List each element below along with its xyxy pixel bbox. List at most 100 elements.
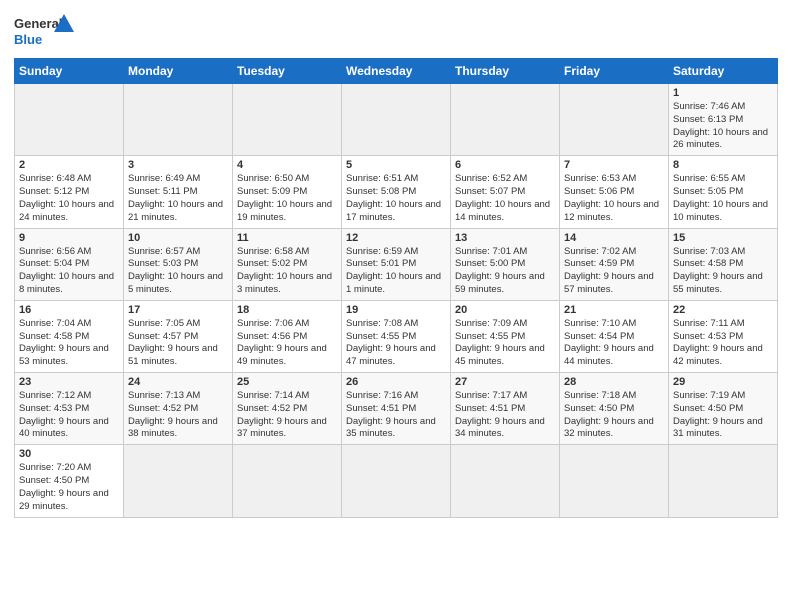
calendar-week-row: 30Sunrise: 7:20 AM Sunset: 4:50 PM Dayli… — [15, 445, 778, 517]
day-info: Sunrise: 7:18 AM Sunset: 4:50 PM Dayligh… — [564, 390, 664, 441]
calendar-day-cell — [233, 445, 342, 517]
day-number: 28 — [564, 376, 664, 388]
calendar-day-cell: 29 Sunrise: 7:19 AM Sunset: 4:50 PM Dayli… — [669, 373, 778, 445]
calendar-day-cell: 19 Sunrise: 7:08 AM Sunset: 4:55 PM Dayli… — [342, 300, 451, 372]
day-number: 11 — [237, 232, 337, 244]
day-number: 26 — [346, 376, 446, 388]
calendar-day-header: Thursday — [451, 59, 560, 84]
calendar-week-row: 16Sunrise: 7:04 AM Sunset: 4:58 PM Dayli… — [15, 300, 778, 372]
day-info: Sunrise: 7:17 AM Sunset: 4:51 PM Dayligh… — [455, 390, 555, 441]
calendar-day-cell: 12Sunrise: 6:59 AM Sunset: 5:01 PM Dayli… — [342, 228, 451, 300]
day-info: Sunrise: 6:57 AM Sunset: 5:03 PM Dayligh… — [128, 246, 228, 297]
calendar-day-header: Sunday — [15, 59, 124, 84]
day-number: 19 — [346, 304, 446, 316]
calendar-day-cell: 30Sunrise: 7:20 AM Sunset: 4:50 PM Dayli… — [15, 445, 124, 517]
calendar-day-cell — [15, 84, 124, 156]
calendar-day-cell: 24 Sunrise: 7:13 AM Sunset: 4:52 PM Dayli… — [124, 373, 233, 445]
day-number: 13 — [455, 232, 555, 244]
calendar-day-cell: 25 Sunrise: 7:14 AM Sunset: 4:52 PM Dayli… — [233, 373, 342, 445]
calendar-day-cell: 8Sunrise: 6:55 AM Sunset: 5:05 PM Daylig… — [669, 156, 778, 228]
day-number: 3 — [128, 159, 228, 171]
day-number: 6 — [455, 159, 555, 171]
day-number: 24 — [128, 376, 228, 388]
day-info: Sunrise: 6:53 AM Sunset: 5:06 PM Dayligh… — [564, 173, 664, 224]
calendar-day-cell: 1Sunrise: 7:46 AM Sunset: 6:13 PM Daylig… — [669, 84, 778, 156]
day-info: Sunrise: 7:06 AM Sunset: 4:56 PM Dayligh… — [237, 318, 337, 369]
calendar-day-cell: 16Sunrise: 7:04 AM Sunset: 4:58 PM Dayli… — [15, 300, 124, 372]
calendar-day-cell — [233, 84, 342, 156]
calendar-day-cell: 14 Sunrise: 7:02 AM Sunset: 4:59 PM Dayli… — [560, 228, 669, 300]
calendar-day-cell: 13 Sunrise: 7:01 AM Sunset: 5:00 PM Dayli… — [451, 228, 560, 300]
day-info: Sunrise: 7:16 AM Sunset: 4:51 PM Dayligh… — [346, 390, 446, 441]
calendar-day-cell — [342, 445, 451, 517]
day-number: 20 — [455, 304, 555, 316]
day-info: Sunrise: 7:13 AM Sunset: 4:52 PM Dayligh… — [128, 390, 228, 441]
calendar-day-header: Monday — [124, 59, 233, 84]
day-number: 23 — [19, 376, 119, 388]
day-info: Sunrise: 6:59 AM Sunset: 5:01 PM Dayligh… — [346, 246, 446, 297]
calendar-day-header: Tuesday — [233, 59, 342, 84]
calendar-day-cell: 11 Sunrise: 6:58 AM Sunset: 5:02 PM Dayli… — [233, 228, 342, 300]
day-number: 10 — [128, 232, 228, 244]
calendar-day-cell — [560, 445, 669, 517]
day-info: Sunrise: 7:10 AM Sunset: 4:54 PM Dayligh… — [564, 318, 664, 369]
calendar-day-cell — [451, 84, 560, 156]
day-info: Sunrise: 7:08 AM Sunset: 4:55 PM Dayligh… — [346, 318, 446, 369]
day-number: 16 — [19, 304, 119, 316]
day-info: Sunrise: 6:55 AM Sunset: 5:05 PM Dayligh… — [673, 173, 773, 224]
calendar-day-cell: 6Sunrise: 6:52 AM Sunset: 5:07 PM Daylig… — [451, 156, 560, 228]
day-info: Sunrise: 6:56 AM Sunset: 5:04 PM Dayligh… — [19, 246, 119, 297]
day-info: Sunrise: 6:50 AM Sunset: 5:09 PM Dayligh… — [237, 173, 337, 224]
day-info: Sunrise: 7:46 AM Sunset: 6:13 PM Dayligh… — [673, 101, 773, 152]
calendar-header-row: SundayMondayTuesdayWednesdayThursdayFrid… — [15, 59, 778, 84]
day-number: 25 — [237, 376, 337, 388]
calendar-day-cell: 26 Sunrise: 7:16 AM Sunset: 4:51 PM Dayli… — [342, 373, 451, 445]
calendar-day-cell: 10 Sunrise: 6:57 AM Sunset: 5:03 PM Dayli… — [124, 228, 233, 300]
day-number: 7 — [564, 159, 664, 171]
day-info: Sunrise: 7:09 AM Sunset: 4:55 PM Dayligh… — [455, 318, 555, 369]
svg-text:Blue: Blue — [14, 32, 42, 47]
calendar-day-cell: 17Sunrise: 7:05 AM Sunset: 4:57 PM Dayli… — [124, 300, 233, 372]
calendar-day-cell: 27 Sunrise: 7:17 AM Sunset: 4:51 PM Dayli… — [451, 373, 560, 445]
day-info: Sunrise: 7:14 AM Sunset: 4:52 PM Dayligh… — [237, 390, 337, 441]
calendar-day-cell — [451, 445, 560, 517]
calendar-week-row: 1Sunrise: 7:46 AM Sunset: 6:13 PM Daylig… — [15, 84, 778, 156]
calendar-day-cell: 20 Sunrise: 7:09 AM Sunset: 4:55 PM Dayli… — [451, 300, 560, 372]
calendar-day-cell: 15Sunrise: 7:03 AM Sunset: 4:58 PM Dayli… — [669, 228, 778, 300]
calendar-day-cell — [124, 445, 233, 517]
day-number: 29 — [673, 376, 773, 388]
day-info: Sunrise: 7:01 AM Sunset: 5:00 PM Dayligh… — [455, 246, 555, 297]
day-info: Sunrise: 6:58 AM Sunset: 5:02 PM Dayligh… — [237, 246, 337, 297]
day-number: 21 — [564, 304, 664, 316]
calendar-day-cell: 9 Sunrise: 6:56 AM Sunset: 5:04 PM Daylig… — [15, 228, 124, 300]
calendar-day-cell: 23Sunrise: 7:12 AM Sunset: 4:53 PM Dayli… — [15, 373, 124, 445]
day-info: Sunrise: 6:49 AM Sunset: 5:11 PM Dayligh… — [128, 173, 228, 224]
calendar-day-cell: 22Sunrise: 7:11 AM Sunset: 4:53 PM Dayli… — [669, 300, 778, 372]
calendar-day-cell — [342, 84, 451, 156]
calendar-day-cell — [669, 445, 778, 517]
logo: General Blue — [14, 10, 74, 50]
calendar-day-cell: 21 Sunrise: 7:10 AM Sunset: 4:54 PM Dayli… — [560, 300, 669, 372]
calendar-day-cell: 5Sunrise: 6:51 AM Sunset: 5:08 PM Daylig… — [342, 156, 451, 228]
calendar-day-cell: 28 Sunrise: 7:18 AM Sunset: 4:50 PM Dayli… — [560, 373, 669, 445]
day-number: 14 — [564, 232, 664, 244]
day-number: 5 — [346, 159, 446, 171]
day-number: 4 — [237, 159, 337, 171]
calendar-week-row: 23Sunrise: 7:12 AM Sunset: 4:53 PM Dayli… — [15, 373, 778, 445]
day-number: 22 — [673, 304, 773, 316]
day-number: 9 — [19, 232, 119, 244]
calendar-week-row: 9 Sunrise: 6:56 AM Sunset: 5:04 PM Daylig… — [15, 228, 778, 300]
day-info: Sunrise: 7:20 AM Sunset: 4:50 PM Dayligh… — [19, 462, 119, 513]
calendar-week-row: 2Sunrise: 6:48 AM Sunset: 5:12 PM Daylig… — [15, 156, 778, 228]
day-info: Sunrise: 7:03 AM Sunset: 4:58 PM Dayligh… — [673, 246, 773, 297]
svg-text:General: General — [14, 16, 62, 31]
calendar-day-header: Saturday — [669, 59, 778, 84]
day-number: 27 — [455, 376, 555, 388]
day-info: Sunrise: 6:48 AM Sunset: 5:12 PM Dayligh… — [19, 173, 119, 224]
calendar-day-cell — [124, 84, 233, 156]
calendar-day-cell: 18Sunrise: 7:06 AM Sunset: 4:56 PM Dayli… — [233, 300, 342, 372]
logo-svg: General Blue — [14, 10, 74, 50]
calendar-day-header: Wednesday — [342, 59, 451, 84]
day-info: Sunrise: 7:02 AM Sunset: 4:59 PM Dayligh… — [564, 246, 664, 297]
day-info: Sunrise: 7:19 AM Sunset: 4:50 PM Dayligh… — [673, 390, 773, 441]
